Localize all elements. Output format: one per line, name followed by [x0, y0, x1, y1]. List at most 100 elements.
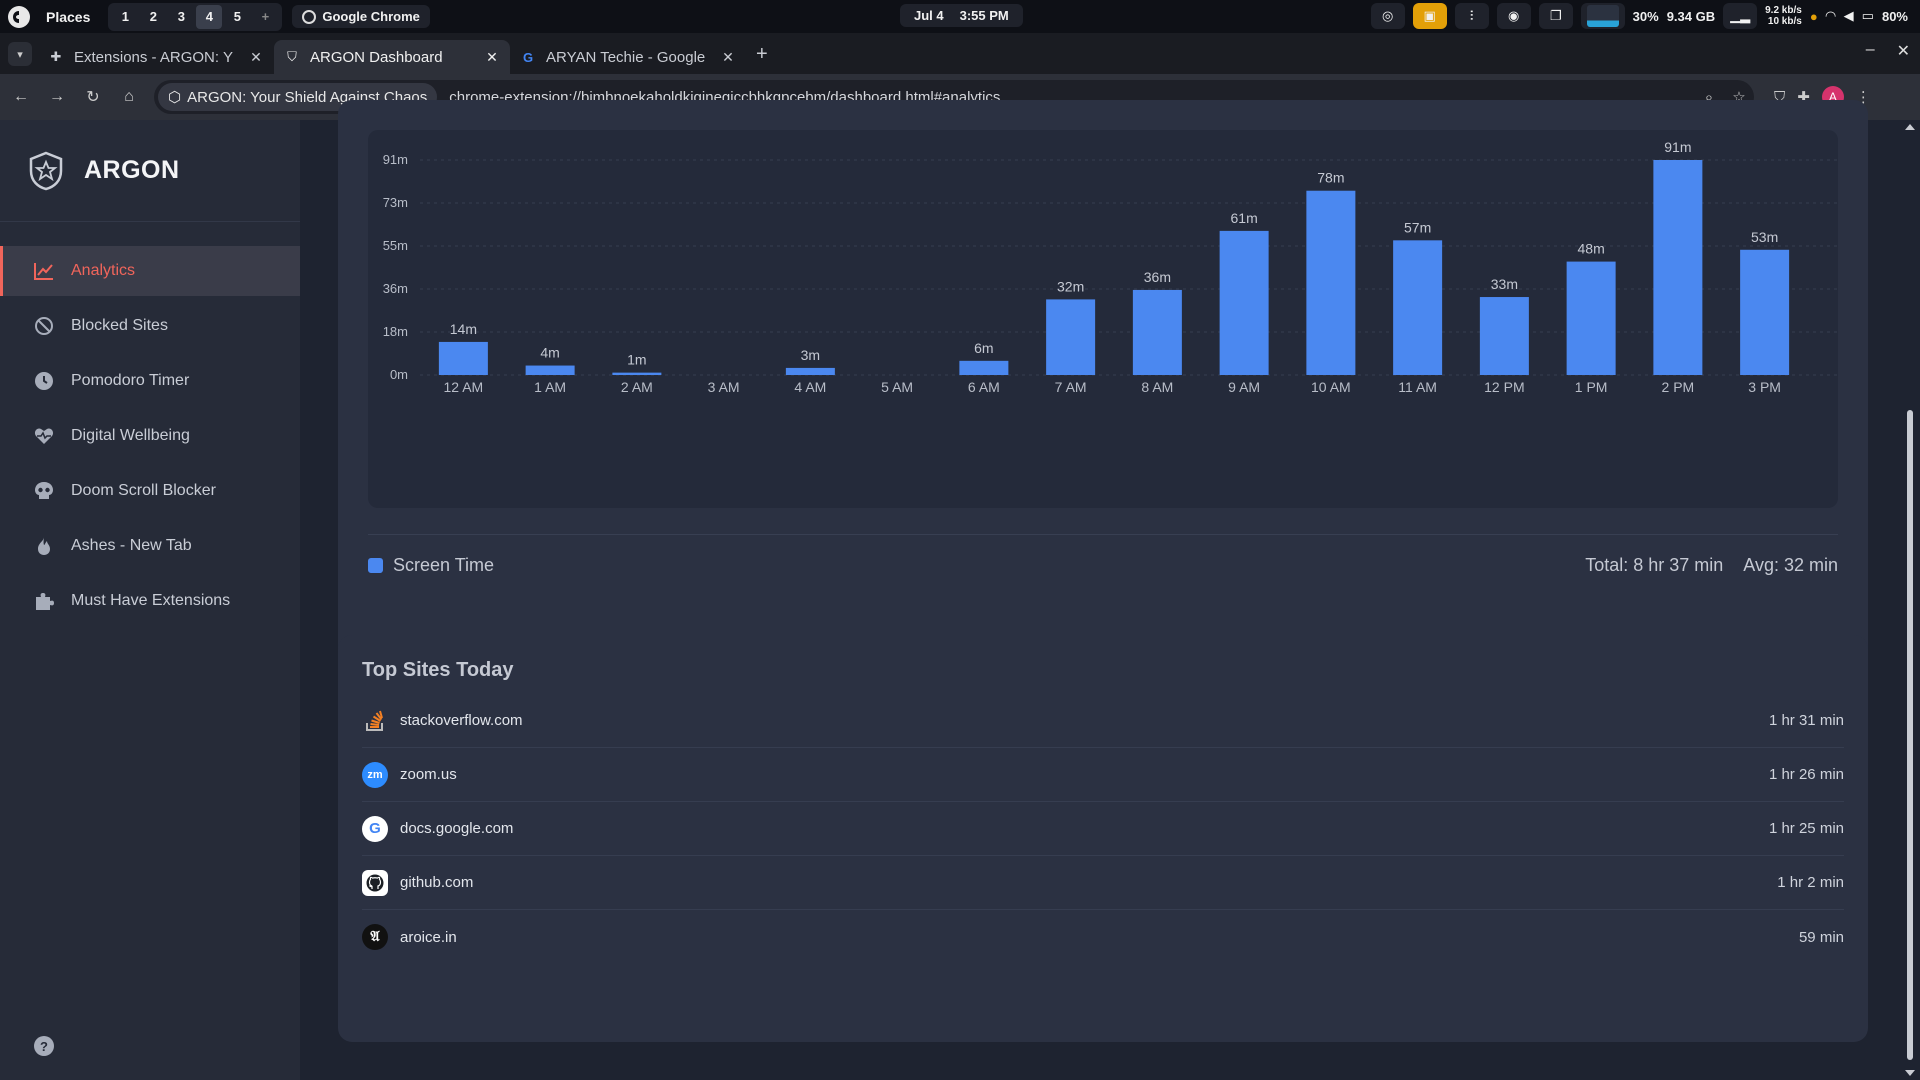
chrome-icon [302, 9, 317, 24]
bar-value-label: 61m [1231, 210, 1258, 226]
x-tick-label: 1 AM [534, 379, 566, 395]
clipboard-icon[interactable]: ❐ [1538, 3, 1573, 29]
active-app-indicator[interactable]: Google Chrome [292, 5, 430, 28]
page-scrollbar[interactable] [1900, 120, 1920, 1080]
scroll-thumb[interactable] [1907, 410, 1913, 1060]
os-logo-icon[interactable] [8, 5, 30, 28]
sidebar-item-must-have-extensions[interactable]: Must Have Extensions [0, 576, 300, 626]
forward-arrow-icon[interactable]: → [42, 82, 72, 112]
close-icon[interactable]: ✕ [248, 49, 264, 66]
tab-title: Extensions - ARGON: Y [74, 48, 233, 66]
chart-stats: Total: 8 hr 37 min Avg: 32 min [1585, 555, 1838, 576]
add-workspace-button[interactable]: + [252, 5, 278, 29]
clock-time: 3:55 PM [959, 8, 1009, 23]
screen-time-card: 0m 18m 36m 55m 73m 91m 14m 12 AM 4m 1 AM 1m 2 AM 3 A… [338, 100, 1868, 723]
legend-swatch [368, 558, 383, 573]
google-icon: G [522, 49, 534, 65]
x-tick-label: 10 AM [1311, 379, 1351, 395]
volume-icon[interactable]: ◀ [1844, 8, 1854, 24]
screen-time-chart: 0m 18m 36m 55m 73m 91m 14m 12 AM 4m 1 AM 1m 2 AM 3 A… [368, 130, 1838, 508]
tab-argon-dashboard[interactable]: ⛉ ARGON Dashboard ✕ [274, 40, 510, 74]
network-graph: ▁▂ [1723, 3, 1758, 29]
minimize-icon[interactable]: – [1866, 41, 1875, 61]
close-icon[interactable]: ✕ [720, 49, 736, 66]
bar-value-label: 57m [1404, 219, 1431, 235]
active-app-name: Google Chrome [322, 9, 420, 24]
microphone-icon[interactable]: ● [1810, 9, 1818, 24]
clock-date: Jul 4 [914, 8, 944, 23]
bar [1306, 190, 1356, 375]
y-tick-label: 73m [383, 195, 408, 210]
clock[interactable]: Jul 4 3:55 PM [900, 4, 1023, 27]
tab-extensions[interactable]: ✚ Extensions - ARGON: Y ✕ [38, 40, 274, 74]
bar [1566, 261, 1616, 375]
x-tick-label: 5 AM [881, 379, 913, 395]
sidebar-item-ashes-new-tab[interactable]: Ashes - New Tab [0, 521, 300, 571]
site-time: 1 hr 31 min [1768, 712, 1844, 729]
back-arrow-icon[interactable]: ← [6, 82, 36, 112]
y-tick-label: 91m [383, 152, 408, 167]
y-tick-label: 18m [383, 324, 408, 339]
site-domain: stackoverflow.com [400, 712, 523, 729]
bar-value-label: 91m [1664, 139, 1691, 155]
bar-value-label: 48m [1578, 241, 1605, 257]
x-tick-label: 7 AM [1055, 379, 1087, 395]
sidebar-item-blocked-sites[interactable]: Blocked Sites [0, 301, 300, 351]
clock-icon [33, 370, 55, 392]
x-tick-label: 6 AM [968, 379, 1000, 395]
sidebar-item-label: Ashes - New Tab [71, 537, 192, 554]
home-icon[interactable]: ⌂ [114, 82, 144, 112]
x-tick-label: 4 AM [794, 379, 826, 395]
bar-value-label: 78m [1317, 170, 1344, 186]
new-tab-button[interactable]: + [756, 43, 768, 66]
workspace-2[interactable]: 2 [140, 5, 166, 29]
reload-icon[interactable]: ↻ [78, 82, 108, 112]
puzzle-icon: ✚ [50, 49, 62, 64]
x-tick-label: 2 PM [1662, 379, 1695, 395]
x-tick-label: 11 AM [1398, 379, 1437, 395]
scroll-down-arrow-icon[interactable] [1905, 1070, 1915, 1076]
sidebar-item-label: Must Have Extensions [71, 592, 231, 609]
bar [959, 360, 1009, 375]
google-icon: G [362, 815, 388, 842]
wifi-icon[interactable]: ◠ [1826, 8, 1836, 24]
sidebar: ARGON Analytics Blocked Sites Pomodoro T… [0, 120, 300, 1080]
tab-title: ARYAN Techie - Google [546, 48, 706, 66]
bar-value-label: 53m [1751, 229, 1778, 245]
chart-legend-row: Screen Time Total: 8 hr 37 min Avg: 32 m… [368, 534, 1838, 576]
workspace-1[interactable]: 1 [112, 5, 138, 29]
sidebar-item-label: Pomodoro Timer [71, 372, 190, 389]
sidebar-item-analytics[interactable]: Analytics [0, 246, 300, 296]
bar [1219, 230, 1269, 375]
y-tick-label: 36m [383, 281, 408, 296]
scroll-up-arrow-icon[interactable] [1905, 124, 1915, 130]
site-domain: aroice.in [400, 928, 457, 946]
bar [1479, 297, 1529, 375]
equalizer-icon[interactable]: ⫶ [1454, 3, 1489, 29]
skull-icon [33, 480, 55, 502]
tab-aryan-techie[interactable]: G ARYAN Techie - Google ✕ [510, 40, 746, 74]
sidebar-item-doom-scroll-blocker[interactable]: Doom Scroll Blocker [0, 466, 300, 516]
close-window-icon[interactable]: ✕ [1897, 41, 1910, 61]
network-speed: 9.2 kb/s 10 kb/s [1765, 5, 1802, 27]
sidebar-item-pomodoro-timer[interactable]: Pomodoro Timer [0, 356, 300, 406]
tab-search-button[interactable]: ▾ [8, 42, 32, 66]
workspace-5[interactable]: 5 [224, 5, 250, 29]
recorder-icon[interactable]: ▣ [1412, 3, 1447, 29]
argon-shield-logo-icon [29, 151, 63, 190]
aperture-icon[interactable]: ◎ [1370, 3, 1405, 29]
places-menu[interactable]: Places [46, 9, 90, 25]
bar-value-label: 6m [974, 340, 993, 356]
workspace-3[interactable]: 3 [168, 5, 194, 29]
site-row: github.com 1 hr 2 min [362, 856, 1844, 910]
sidebar-item-digital-wellbeing[interactable]: Digital Wellbeing [0, 411, 300, 461]
help-icon[interactable]: ? [34, 1036, 54, 1056]
zoom-icon: zm [362, 761, 388, 788]
close-icon[interactable]: ✕ [484, 49, 500, 66]
cpu-graph [1580, 3, 1625, 29]
discord-icon[interactable]: ◉ [1496, 3, 1531, 29]
bar [785, 367, 835, 375]
workspace-4[interactable]: 4 [196, 4, 223, 29]
site-row: G docs.google.com 1 hr 25 min [362, 802, 1844, 856]
workspace-switcher: 1 2 3 4 5 + [108, 2, 283, 31]
